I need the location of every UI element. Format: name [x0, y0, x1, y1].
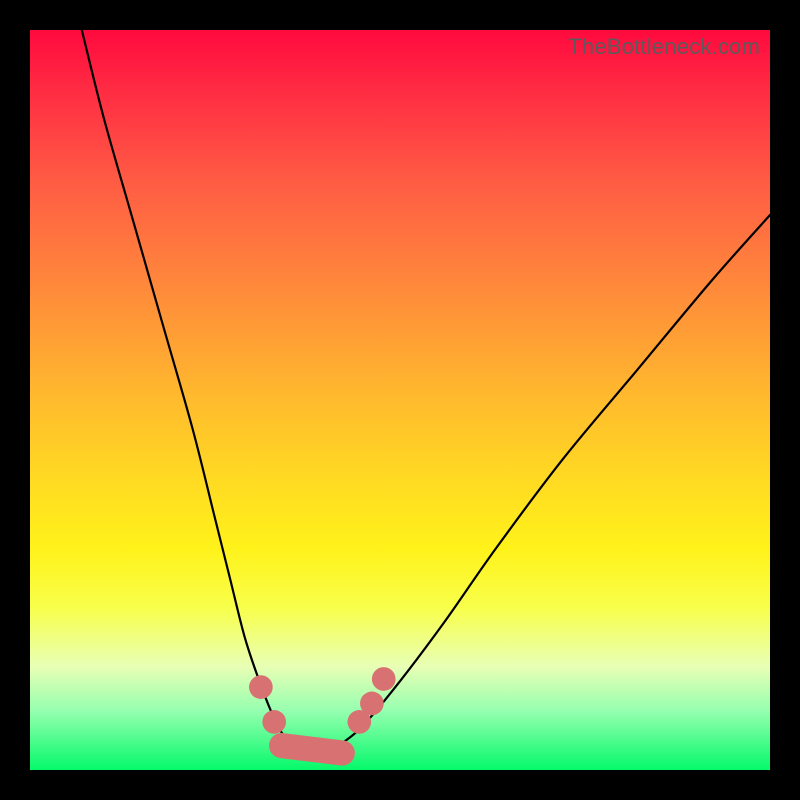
chart-frame: TheBottleneck.com: [0, 0, 800, 800]
marker-pill: [282, 746, 343, 753]
marker-dot: [372, 667, 396, 691]
marker-dot: [249, 675, 273, 699]
plot-area: TheBottleneck.com: [30, 30, 770, 770]
curve-svg: [30, 30, 770, 770]
marker-dot: [360, 692, 384, 716]
marker-dot: [262, 710, 286, 734]
bottleneck-curve: [82, 30, 770, 755]
